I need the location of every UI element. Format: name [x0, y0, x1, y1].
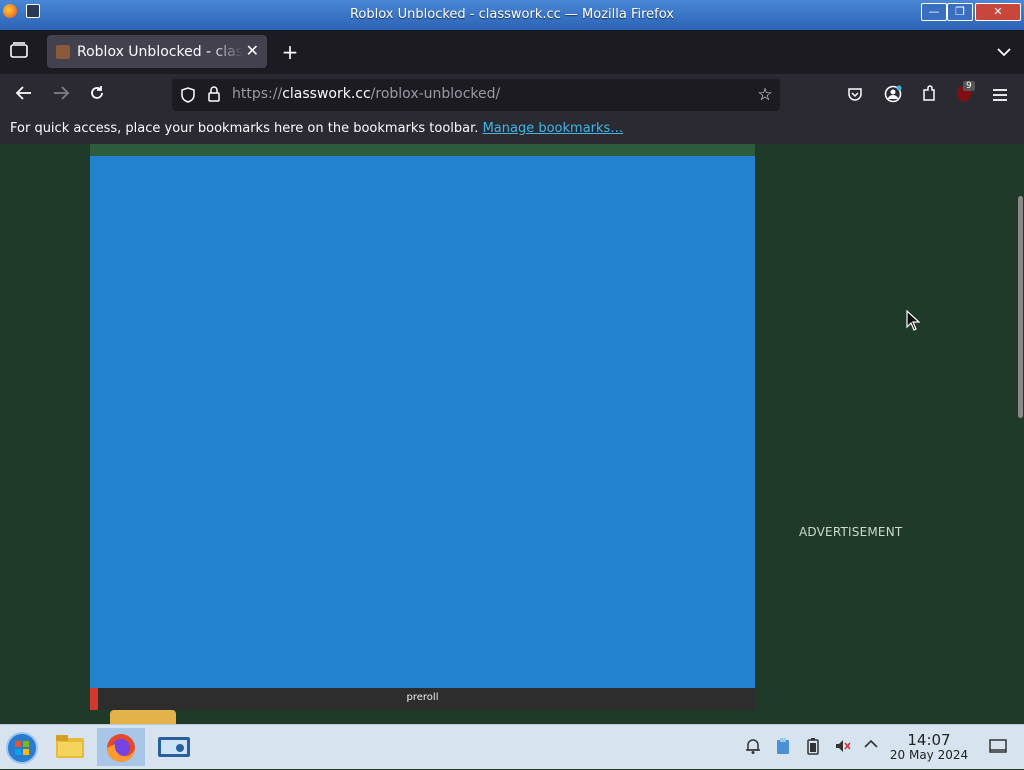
url-path: /roblox-unblocked/ — [370, 86, 501, 102]
show-desktop-icon[interactable] — [989, 737, 1007, 755]
manage-bookmarks-link[interactable]: Manage bookmarks… — [483, 121, 624, 136]
preroll-label: preroll — [406, 692, 439, 703]
back-icon[interactable] — [14, 85, 34, 105]
url-host: classwork.cc — [282, 86, 371, 102]
url-text[interactable]: https://classwork.cc/roblox-unblocked/ — [232, 86, 500, 102]
game-thumbnail[interactable] — [110, 710, 176, 724]
star-icon[interactable]: ☆ — [756, 85, 774, 105]
mouse-cursor-icon — [906, 309, 921, 336]
restore-button[interactable]: ❐ — [947, 3, 973, 21]
tab-overview-icon[interactable] — [8, 42, 30, 62]
tab-active[interactable]: Roblox Unblocked - classwork.cc ✕ — [47, 35, 267, 68]
preroll-progress-bar: preroll — [90, 688, 755, 710]
clipboard-icon[interactable] — [774, 737, 792, 755]
extensions-badge: 9 — [963, 81, 975, 91]
navigation-toolbar: https://classwork.cc/roblox-unblocked/ ☆… — [0, 74, 1024, 116]
site-favicon-icon — [56, 45, 70, 59]
clock-date[interactable]: 20 May 2024 — [884, 748, 974, 762]
window-titlebar: Roblox Unblocked - classwork.cc — Mozill… — [0, 0, 1024, 30]
bookmarks-hint-text: For quick access, place your bookmarks h… — [10, 121, 479, 136]
advertisement-label: ADVERTISEMENT — [799, 525, 903, 539]
volume-muted-icon[interactable] — [834, 737, 852, 755]
extensions-icon[interactable] — [920, 85, 938, 107]
close-button[interactable]: ✕ — [975, 3, 1021, 21]
tab-label: Roblox Unblocked - classwork.cc — [77, 44, 243, 60]
plus-icon[interactable]: + — [280, 40, 300, 64]
video-ad-player[interactable] — [90, 156, 755, 688]
system-settings-icon[interactable] — [154, 728, 194, 766]
firefox-icon[interactable] — [97, 728, 145, 766]
tracking-shield-icon[interactable] — [180, 87, 196, 107]
bookmarks-message: For quick access, place your bookmarks h… — [10, 121, 623, 136]
minimize-button[interactable]: — — [921, 3, 947, 21]
menu-icon[interactable] — [991, 87, 1009, 106]
close-icon[interactable]: ✕ — [246, 41, 259, 60]
start-orb-icon[interactable] — [2, 728, 42, 766]
taskbar: 14:07 20 May 2024 — [0, 724, 1024, 769]
account-icon[interactable] — [883, 85, 903, 107]
lock-icon[interactable] — [207, 86, 221, 106]
game-header — [90, 144, 755, 156]
chevron-down-icon[interactable] — [994, 42, 1014, 61]
window-title: Roblox Unblocked - classwork.cc — Mozill… — [349, 7, 674, 22]
url-scheme: https:// — [232, 86, 283, 102]
notifications-icon[interactable] — [744, 737, 762, 755]
battery-icon[interactable] — [804, 737, 822, 755]
page-content: preroll ADVERTISEMENT — [0, 144, 1024, 724]
ublock-icon[interactable]: 9 — [955, 81, 975, 103]
bookmarks-toolbar: For quick access, place your bookmarks h… — [0, 116, 1024, 144]
reload-icon[interactable] — [87, 85, 107, 105]
file-manager-icon[interactable] — [50, 728, 90, 766]
forward-icon[interactable] — [51, 85, 71, 105]
chevron-up-icon[interactable] — [862, 737, 880, 755]
tab-strip: Roblox Unblocked - classwork.cc ✕ + — [0, 30, 1024, 74]
clock-time[interactable]: 14:07 — [890, 731, 968, 749]
page-scrollbar[interactable] — [1018, 196, 1023, 418]
address-bar[interactable]: https://classwork.cc/roblox-unblocked/ ☆ — [172, 79, 780, 111]
pocket-icon[interactable] — [846, 86, 864, 106]
